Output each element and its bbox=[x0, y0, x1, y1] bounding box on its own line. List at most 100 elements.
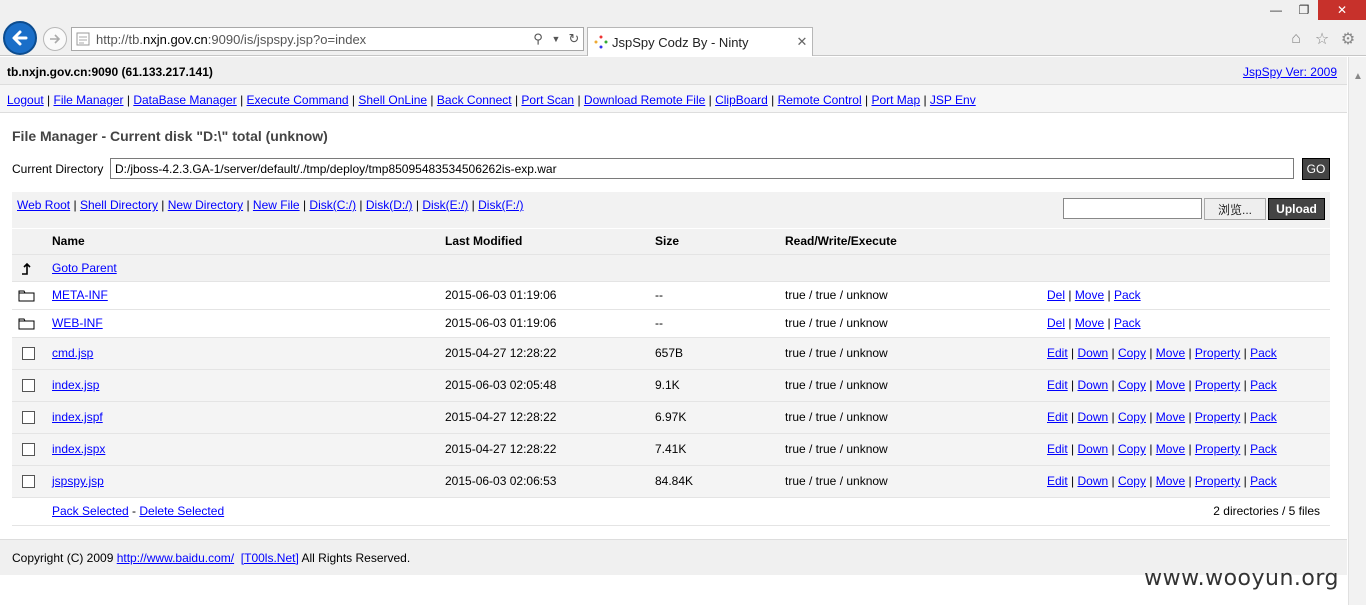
property-link[interactable]: Property bbox=[1195, 346, 1240, 360]
nav-link-file-manager[interactable]: File Manager bbox=[54, 93, 124, 107]
goto-parent-link[interactable]: Goto Parent bbox=[52, 261, 117, 275]
nav-link-logout[interactable]: Logout bbox=[7, 93, 44, 107]
edit-link[interactable]: Edit bbox=[1047, 346, 1068, 360]
edit-link[interactable]: Edit bbox=[1047, 474, 1068, 488]
dropdown-icon[interactable]: ▼ bbox=[547, 30, 565, 48]
nav-link-port-scan[interactable]: Port Scan bbox=[521, 93, 574, 107]
refresh-icon[interactable]: ↻ bbox=[565, 30, 583, 48]
address-bar[interactable]: http://tb.nxjn.gov.cn:9090/is/jspspy.jsp… bbox=[71, 27, 584, 51]
move-link[interactable]: Move bbox=[1156, 442, 1185, 456]
pack-link[interactable]: Pack bbox=[1250, 474, 1277, 488]
directory-link[interactable]: WEB-INF bbox=[52, 316, 103, 330]
baidu-link[interactable]: http://www.baidu.com/ bbox=[117, 551, 234, 565]
edit-link[interactable]: Edit bbox=[1047, 442, 1068, 456]
quick-link-shell-directory[interactable]: Shell Directory bbox=[80, 198, 158, 212]
close-window-icon[interactable]: ✕ bbox=[1318, 0, 1366, 20]
modified-cell: 2015-04-27 12:28:22 bbox=[445, 442, 557, 456]
quick-link-disk-c[interactable]: Disk(C:/) bbox=[309, 198, 356, 212]
property-link[interactable]: Property bbox=[1195, 410, 1240, 424]
back-button[interactable] bbox=[3, 21, 37, 55]
quick-link-disk-e[interactable]: Disk(E:/) bbox=[422, 198, 468, 212]
down-link[interactable]: Down bbox=[1077, 378, 1108, 392]
version-link[interactable]: JspSpy Ver: 2009 bbox=[1243, 65, 1337, 79]
pack-link[interactable]: Pack bbox=[1250, 410, 1277, 424]
restore-icon[interactable]: ❐ bbox=[1290, 0, 1318, 20]
name-cell: META-INF bbox=[52, 281, 445, 309]
nav-link-database-manager[interactable]: DataBase Manager bbox=[133, 93, 236, 107]
vertical-scrollbar[interactable]: ▲ bbox=[1348, 57, 1366, 605]
file-link[interactable]: index.jspx bbox=[52, 442, 105, 456]
property-link[interactable]: Property bbox=[1195, 378, 1240, 392]
copy-link[interactable]: Copy bbox=[1118, 410, 1146, 424]
pack-link[interactable]: Pack bbox=[1250, 442, 1277, 456]
pack-selected-link[interactable]: Pack Selected bbox=[52, 504, 129, 518]
property-link[interactable]: Property bbox=[1195, 442, 1240, 456]
move-link[interactable]: Move bbox=[1156, 378, 1185, 392]
pack-link[interactable]: Pack bbox=[1114, 316, 1141, 330]
directory-link[interactable]: META-INF bbox=[52, 288, 108, 302]
file-checkbox[interactable] bbox=[22, 475, 35, 489]
copy-link[interactable]: Copy bbox=[1118, 442, 1146, 456]
pack-link[interactable]: Pack bbox=[1250, 378, 1277, 392]
minimize-icon[interactable]: — bbox=[1262, 0, 1290, 20]
down-link[interactable]: Down bbox=[1077, 346, 1108, 360]
address-text[interactable]: http://tb.nxjn.gov.cn:9090/is/jspspy.jsp… bbox=[96, 32, 529, 47]
nav-link-shell-online[interactable]: Shell OnLine bbox=[358, 93, 427, 107]
file-link[interactable]: cmd.jsp bbox=[52, 346, 93, 360]
file-link[interactable]: index.jspf bbox=[52, 410, 103, 424]
del-link[interactable]: Del bbox=[1047, 316, 1065, 330]
file-link[interactable]: jspspy.jsp bbox=[52, 474, 104, 488]
loading-spinner-icon bbox=[594, 35, 608, 49]
browser-tab[interactable]: JspSpy Codz By - Ninty ✕ bbox=[587, 27, 813, 56]
scroll-up-icon[interactable]: ▲ bbox=[1353, 71, 1363, 82]
upload-button[interactable]: Upload bbox=[1268, 198, 1325, 220]
edit-link[interactable]: Edit bbox=[1047, 378, 1068, 392]
nav-link-port-map[interactable]: Port Map bbox=[871, 93, 920, 107]
file-checkbox[interactable] bbox=[22, 347, 35, 361]
copy-link[interactable]: Copy bbox=[1118, 378, 1146, 392]
down-link[interactable]: Down bbox=[1077, 410, 1108, 424]
move-link[interactable]: Move bbox=[1075, 288, 1104, 302]
quick-link-web-root[interactable]: Web Root bbox=[17, 198, 70, 212]
close-tab-icon[interactable]: ✕ bbox=[792, 34, 812, 50]
browse-button[interactable]: 浏览... bbox=[1204, 198, 1266, 220]
copy-link[interactable]: Copy bbox=[1118, 474, 1146, 488]
settings-gear-icon[interactable]: ⚙ bbox=[1338, 29, 1358, 49]
upload-file-input[interactable] bbox=[1063, 198, 1202, 219]
copy-link[interactable]: Copy bbox=[1118, 346, 1146, 360]
quick-link-new-directory[interactable]: New Directory bbox=[168, 198, 243, 212]
edit-link[interactable]: Edit bbox=[1047, 410, 1068, 424]
quick-link-new-file[interactable]: New File bbox=[253, 198, 300, 212]
move-link[interactable]: Move bbox=[1075, 316, 1104, 330]
delete-selected-link[interactable]: Delete Selected bbox=[139, 504, 224, 518]
quick-link-disk-f[interactable]: Disk(F:/) bbox=[478, 198, 523, 212]
t00ls-link[interactable]: [T00ls.Net] bbox=[241, 551, 299, 565]
quick-link-disk-d[interactable]: Disk(D:/) bbox=[366, 198, 413, 212]
pack-link[interactable]: Pack bbox=[1114, 288, 1141, 302]
search-icon[interactable]: ⚲ bbox=[529, 30, 547, 48]
del-link[interactable]: Del bbox=[1047, 288, 1065, 302]
go-button[interactable]: GO bbox=[1302, 158, 1330, 180]
down-link[interactable]: Down bbox=[1077, 442, 1108, 456]
current-directory-input[interactable] bbox=[110, 158, 1294, 179]
file-checkbox[interactable] bbox=[22, 443, 35, 457]
move-link[interactable]: Move bbox=[1156, 346, 1185, 360]
forward-button[interactable] bbox=[43, 27, 67, 51]
move-link[interactable]: Move bbox=[1156, 410, 1185, 424]
nav-link-back-connect[interactable]: Back Connect bbox=[437, 93, 512, 107]
file-link[interactable]: index.jsp bbox=[52, 378, 99, 392]
down-link[interactable]: Down bbox=[1077, 474, 1108, 488]
nav-link-clipboard[interactable]: ClipBoard bbox=[715, 93, 768, 107]
arrow-left-icon bbox=[12, 30, 28, 46]
pack-link[interactable]: Pack bbox=[1250, 346, 1277, 360]
nav-link-remote-control[interactable]: Remote Control bbox=[778, 93, 862, 107]
nav-link-jsp-env[interactable]: JSP Env bbox=[930, 93, 976, 107]
file-checkbox[interactable] bbox=[22, 379, 35, 393]
nav-link-execute-command[interactable]: Execute Command bbox=[247, 93, 349, 107]
nav-link-download-remote-file[interactable]: Download Remote File bbox=[584, 93, 705, 107]
favorites-star-icon[interactable]: ☆ bbox=[1312, 29, 1332, 49]
file-checkbox[interactable] bbox=[22, 411, 35, 425]
property-link[interactable]: Property bbox=[1195, 474, 1240, 488]
home-icon[interactable]: ⌂ bbox=[1286, 29, 1306, 49]
move-link[interactable]: Move bbox=[1156, 474, 1185, 488]
